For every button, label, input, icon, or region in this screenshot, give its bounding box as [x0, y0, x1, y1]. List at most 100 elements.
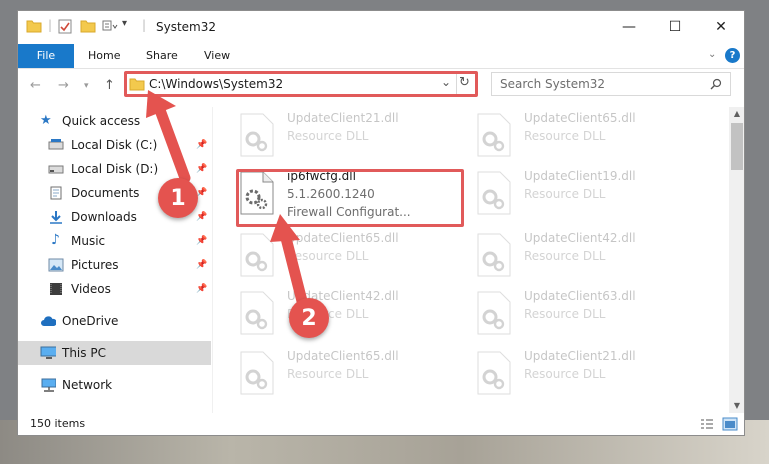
- nav-item-label: OneDrive: [62, 314, 119, 328]
- dll-file-icon: [240, 233, 274, 277]
- drive-icon: [48, 165, 64, 174]
- music-icon: ♪: [51, 232, 60, 248]
- file-item[interactable]: UpdateClient65.dll Resource DLL: [239, 347, 471, 403]
- expand-ribbon-icon[interactable]: ⌄: [708, 49, 716, 60]
- file-item[interactable]: UpdateClient42.dll Resource DLL: [476, 229, 708, 285]
- dll-file-icon: [477, 113, 511, 157]
- nav-item-onedrive[interactable]: OneDrive: [18, 309, 211, 333]
- documents-icon: [50, 186, 62, 200]
- nav-item-quick-access[interactable]: ★ Quick access: [18, 109, 211, 133]
- item-count: 150 items: [30, 417, 86, 430]
- dll-file-icon: [240, 291, 274, 335]
- up-arrow-icon[interactable]: ↑: [104, 78, 115, 93]
- new-folder-icon[interactable]: [80, 19, 96, 33]
- computer-icon: [40, 346, 56, 359]
- chevron-down-icon[interactable]: ▾: [122, 18, 127, 29]
- pin-icon[interactable]: 📌: [196, 260, 207, 270]
- file-item[interactable]: UpdateClient21.dll Resource DLL: [476, 347, 708, 403]
- tab-file[interactable]: File: [18, 44, 74, 68]
- nav-item-label: Videos: [71, 282, 111, 296]
- pin-icon[interactable]: 📌: [196, 164, 207, 174]
- search-input[interactable]: Search System32: [500, 77, 605, 91]
- file-name: UpdateClient42.dll: [524, 231, 636, 245]
- dll-file-icon: [477, 351, 511, 395]
- tab-home[interactable]: Home: [88, 44, 120, 68]
- file-type: Resource DLL: [287, 249, 369, 263]
- nav-item-label: Local Disk (D:): [71, 162, 159, 176]
- pin-icon[interactable]: 📌: [196, 140, 207, 150]
- search-box[interactable]: Search System32: [491, 72, 731, 96]
- nav-item-label: This PC: [62, 346, 106, 360]
- title-divider: |: [142, 18, 147, 32]
- navigation-pane: ★ Quick access Local Disk (C:) 📌 Local D…: [18, 107, 213, 413]
- file-item[interactable]: UpdateClient63.dll Resource DLL: [476, 287, 708, 343]
- nav-item-local-disk-d[interactable]: Local Disk (D:) 📌: [18, 157, 211, 181]
- nav-item-label: Downloads: [71, 210, 137, 224]
- file-list: UpdateClient21.dll Resource DLL UpdateCl…: [213, 107, 731, 413]
- window-title: System32: [156, 20, 217, 34]
- dll-file-icon: [240, 113, 274, 157]
- maximize-button[interactable]: ☐: [652, 11, 698, 43]
- download-icon: [50, 211, 62, 224]
- nav-item-local-disk-c[interactable]: Local Disk (C:) 📌: [18, 133, 211, 157]
- dll-file-icon: [477, 291, 511, 335]
- file-item[interactable]: UpdateClient21.dll Resource DLL: [239, 109, 471, 165]
- minimize-button[interactable]: —: [606, 11, 652, 43]
- file-explorer-window: | ▾ | System32 — ☐ ✕ File Home Share Vie…: [17, 10, 745, 436]
- help-icon[interactable]: ?: [725, 48, 740, 63]
- file-type: Resource DLL: [524, 249, 606, 263]
- file-type: Resource DLL: [524, 129, 606, 143]
- recent-locations-icon[interactable]: ▾: [84, 81, 89, 91]
- details-view-icon[interactable]: [700, 418, 714, 430]
- file-name: UpdateClient65.dll: [287, 349, 399, 363]
- scroll-thumb[interactable]: [731, 123, 743, 170]
- tab-share[interactable]: Share: [146, 44, 178, 68]
- address-bar-highlight: [124, 71, 478, 97]
- file-item[interactable]: UpdateClient42.dll Resource DLL: [239, 287, 471, 343]
- close-button[interactable]: ✕: [698, 11, 744, 43]
- file-type: Resource DLL: [524, 367, 606, 381]
- file-item[interactable]: UpdateClient19.dll Resource DLL: [476, 167, 708, 223]
- large-icons-view-icon[interactable]: [722, 417, 738, 431]
- network-icon: [41, 378, 56, 392]
- pictures-icon: [48, 258, 64, 272]
- tab-view[interactable]: View: [204, 44, 230, 68]
- file-item[interactable]: UpdateClient65.dll Resource DLL: [476, 109, 708, 165]
- scroll-down-icon[interactable]: ▼: [729, 399, 744, 413]
- file-type: Resource DLL: [524, 307, 606, 321]
- file-name: UpdateClient21.dll: [524, 349, 636, 363]
- ribbon-tabs: File Home Share View ⌄ ?: [18, 44, 744, 69]
- pin-icon[interactable]: 📌: [196, 236, 207, 246]
- folder-icon: [26, 20, 42, 33]
- vertical-scrollbar[interactable]: ▲ ▼: [729, 107, 744, 413]
- search-icon[interactable]: [710, 78, 722, 90]
- forward-arrow-icon[interactable]: →: [58, 78, 69, 93]
- dll-file-icon: [477, 233, 511, 277]
- pin-icon[interactable]: 📌: [196, 284, 207, 294]
- back-arrow-icon[interactable]: ←: [30, 78, 41, 93]
- nav-item-pictures[interactable]: Pictures 📌: [18, 253, 211, 277]
- videos-icon: [50, 283, 62, 295]
- nav-item-music[interactable]: ♪ Music 📌: [18, 229, 211, 253]
- file-item[interactable]: UpdateClient65.dll Resource DLL: [239, 229, 471, 285]
- step-2-callout: 2: [289, 298, 329, 338]
- star-icon: ★: [40, 113, 52, 128]
- nav-item-videos[interactable]: Videos 📌: [18, 277, 211, 301]
- customize-toolbar-icon[interactable]: [102, 19, 118, 33]
- file-type: Resource DLL: [524, 187, 606, 201]
- nav-item-label: Music: [71, 234, 106, 248]
- title-bar: | ▾ | System32 — ☐ ✕: [18, 11, 744, 44]
- drive-icon: [48, 139, 64, 150]
- file-name: UpdateClient19.dll: [524, 169, 636, 183]
- step-1-callout: 1: [158, 178, 198, 218]
- nav-item-network[interactable]: Network: [18, 373, 211, 397]
- file-type: Resource DLL: [287, 129, 369, 143]
- scroll-up-icon[interactable]: ▲: [729, 107, 744, 121]
- nav-item-label: Network: [62, 378, 113, 392]
- properties-icon[interactable]: [58, 19, 72, 34]
- file-name: UpdateClient63.dll: [524, 289, 636, 303]
- nav-item-label: Pictures: [71, 258, 119, 272]
- pin-icon[interactable]: 📌: [196, 212, 207, 222]
- nav-item-this-pc[interactable]: This PC: [18, 341, 211, 365]
- toolbar-divider: |: [48, 18, 53, 32]
